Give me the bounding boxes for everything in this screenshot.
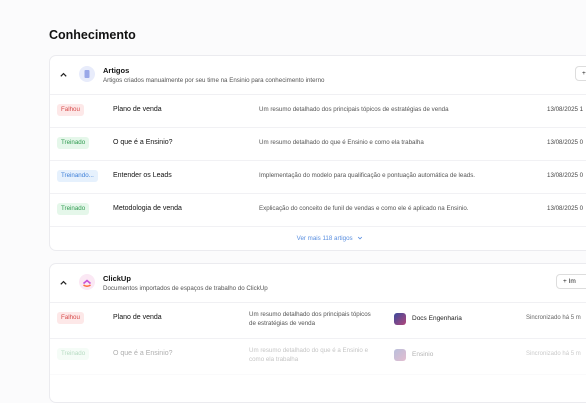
source-title: Artigos (103, 66, 130, 75)
source-header: ClickUp Documentos importados de espaços… (50, 264, 586, 303)
status-badge: Treinado (57, 348, 90, 360)
row-title: Entender os Leads (113, 172, 172, 179)
workspace-icon (394, 313, 406, 325)
row-title: Metodologia de venda (113, 205, 182, 212)
table-row[interactable]: Falhou Plano de venda Um resumo detalhad… (50, 302, 586, 339)
table-row[interactable]: Treinado Metodologia de venda Explicação… (50, 193, 586, 227)
row-date: 13/08/2025 0 (547, 205, 584, 212)
workspace-name: Docs Engenharia (412, 315, 462, 322)
source-header: Artigos Artigos criados manualmente por … (50, 56, 586, 95)
status-badge: Treinado (57, 203, 90, 215)
row-date: 13/08/2025 0 (547, 139, 584, 146)
table-row[interactable]: Treinado O que é a Ensinio? Um resumo de… (50, 338, 586, 375)
source-card-clickup: ClickUp Documentos importados de espaços… (49, 263, 586, 403)
row-title: Plano de venda (113, 106, 162, 113)
chevron-down-icon (358, 237, 363, 240)
import-button[interactable]: + Im (556, 274, 586, 289)
chevron-up-icon[interactable] (59, 278, 68, 287)
source-title: ClickUp (103, 274, 131, 283)
workspace-icon (394, 349, 406, 361)
row-description: Explicação do conceito de funil de venda… (259, 205, 469, 212)
source-card-artigos: Artigos Artigos criados manualmente por … (49, 55, 586, 251)
sync-status: Sincronizado há 5 m (526, 315, 581, 321)
show-more-link[interactable]: Ver mais 118 artigos (50, 235, 586, 242)
status-badge: Treinando... (57, 170, 98, 182)
workspace-name: Ensinio (412, 351, 434, 358)
show-more-label: Ver mais 118 artigos (296, 235, 353, 242)
row-date: 13/08/2025 1 (547, 106, 584, 113)
row-description: Um resumo detalhado do que é Ensinio e c… (259, 139, 424, 146)
clickup-icon (79, 274, 95, 290)
row-title: Plano de venda (113, 314, 162, 321)
add-article-button[interactable]: + (575, 66, 586, 81)
table-row[interactable]: Treinando... Entender os Leads Implement… (50, 160, 586, 194)
row-description: Implementação do modelo para qualificaçã… (259, 172, 476, 179)
status-badge: Falhou (57, 104, 84, 116)
document-icon (79, 66, 95, 82)
table-row[interactable]: Treinado O que é a Ensinio? Um resumo de… (50, 127, 586, 161)
sync-status: Sincronizado há 5 m (526, 351, 581, 357)
source-description: Artigos criados manualmente por seu time… (103, 77, 325, 84)
row-date: 13/08/2025 0 (547, 172, 584, 179)
source-description: Documentos importados de espaços de trab… (103, 285, 268, 292)
row-description: Um resumo detalhado do que é a Ensinio e… (249, 347, 369, 363)
row-title: O que é a Ensinio? (113, 139, 173, 146)
status-badge: Falhou (57, 312, 84, 324)
chevron-up-icon[interactable] (59, 70, 68, 79)
row-description: Um resumo detalhado dos principais tópic… (249, 311, 371, 327)
status-badge: Treinado (57, 137, 90, 149)
row-title: O que é a Ensinio? (113, 350, 173, 357)
table-row[interactable]: Falhou Plano de venda Um resumo detalhad… (50, 94, 586, 128)
row-description: Um resumo detalhado dos principais tópic… (259, 106, 449, 113)
page-title: Conhecimento (49, 28, 136, 42)
